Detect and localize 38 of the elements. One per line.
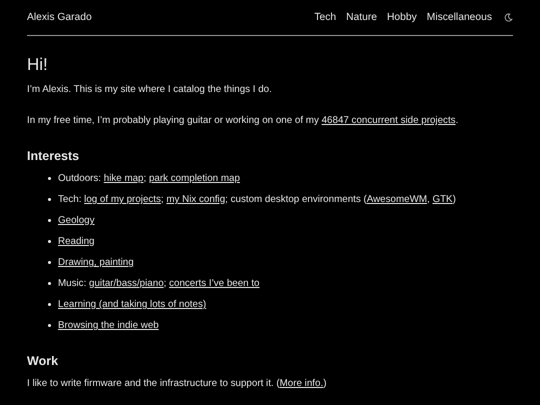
link[interactable]: log of my projects [84,194,161,205]
link[interactable]: Geology [58,215,94,226]
link[interactable]: Learning (and taking lots of notes) [58,299,206,310]
site-title[interactable]: Alexis Garado [27,12,92,23]
section-heading: Interests [27,149,80,163]
link[interactable]: concerts I’ve been to [169,278,260,289]
link[interactable]: hike map [104,173,144,184]
link[interactable]: AwesomeWM [366,194,427,205]
section-heading: Work [27,354,60,368]
bullet-icon [48,198,51,201]
bullet-icon [48,303,51,306]
paragraph: I like to write firmware and the infrastructure to support it. (More info.) [27,377,328,390]
page-heading: Hi! [27,55,49,75]
bullet-icon [48,261,51,264]
bullet-icon [48,324,51,327]
list-item-text: Tech: log of my projects; my Nix config; custom desktop environments (AwesomeWM, GTK) [58,193,456,206]
bullet-icon [48,219,51,222]
paragraph: I’m Alexis. This is my site where I catalog the things I do. [27,83,273,96]
moon-icon[interactable] [504,13,513,22]
nav-link[interactable]: Nature [346,12,377,23]
link[interactable]: Browsing the indie web [58,320,159,331]
nav-link[interactable]: Tech [314,12,336,23]
link[interactable]: my Nix config [166,194,226,205]
link[interactable]: 46847 concurrent side projects [322,115,456,126]
link[interactable]: park completion map [148,173,240,184]
list-item-text: Music: guitar/bass/piano; concerts I’ve been to [58,277,260,290]
nav-link[interactable]: Hobby [386,12,417,23]
link[interactable]: Drawing, painting [58,257,134,268]
link[interactable]: guitar/bass/piano [89,278,164,289]
link[interactable]: More info. [280,378,324,389]
link[interactable]: GTK [432,194,453,205]
bullet-icon [48,177,51,180]
nav-link[interactable]: Miscellaneous [426,12,492,23]
link[interactable]: Reading [58,236,94,247]
bullet-icon [48,282,51,285]
bullet-icon [48,240,51,243]
paragraph: In my free time, I’m probably playing guitar or working on one of my 46847 concurrent side projects. [27,114,460,127]
list-item-text: Outdoors: hike map; park completion map [58,172,240,185]
